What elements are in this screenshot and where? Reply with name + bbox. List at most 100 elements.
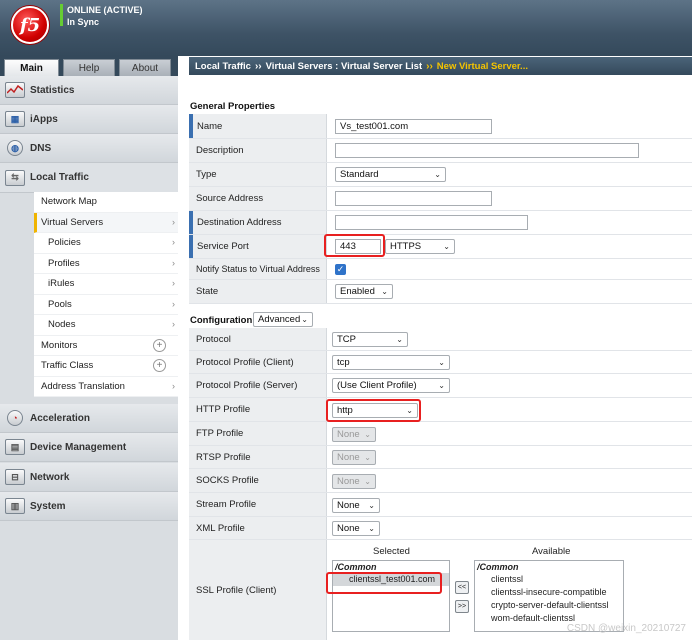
nav-section-label: Network [30,471,70,483]
sidebar-item-traffic-class[interactable]: Traffic Class + [34,356,178,377]
highlight-box [324,234,385,257]
list-item[interactable]: clientssl-insecure-compatible [475,586,623,599]
nav-section-local-traffic[interactable]: ⇆ Local Traffic [0,163,178,193]
selected-header: Selected [373,546,410,557]
protocol-select[interactable]: TCP ⌄ [332,332,408,347]
chevron-right-icon: › [172,278,175,288]
row-protocol: Protocol TCP ⌄ [189,328,692,351]
type-select[interactable]: Standard ⌄ [335,167,446,182]
chevron-right-icon: › [172,237,175,247]
xml-profile-select[interactable]: None ⌄ [332,521,380,536]
name-label: Name [189,114,327,138]
sidebar-item-virtual-servers[interactable]: Virtual Servers › [34,212,178,233]
move-left-button[interactable]: << [455,581,469,594]
protocol-profile-client-select[interactable]: tcp ⌄ [332,355,450,370]
sidebar-item-network-map[interactable]: Network Map [34,192,178,213]
row-name: Name Vs_test001.com [189,114,692,139]
device-icon: ▤ [5,439,25,455]
sidebar-item-irules[interactable]: iRules › [34,274,178,295]
add-icon[interactable]: + [153,359,166,372]
configuration-mode-select[interactable]: Advanced ⌄ [253,312,313,327]
sidebar-item-policies[interactable]: Policies › [34,233,178,254]
protocol-profile-server-select[interactable]: (Use Client Profile) ⌄ [332,378,450,393]
rtsp-profile-label: RTSP Profile [189,446,327,468]
nav-section-label: Acceleration [30,412,91,424]
sidebar-item-profiles[interactable]: Profiles › [34,254,178,274]
nav-section-dns[interactable]: ◍ DNS [0,134,178,163]
row-state: State Enabled ⌄ [189,280,692,304]
chevron-right-icon: › [172,298,175,309]
sidebar-item-nodes[interactable]: Nodes › [34,315,178,336]
breadcrumb: Local Traffic ›› Virtual Servers : Virtu… [189,57,692,75]
nav-section-acceleration[interactable]: ◔ Acceleration [0,404,178,433]
chevron-down-icon: ⌄ [368,524,375,533]
protocol-profile-server-label: Protocol Profile (Server) [189,374,327,397]
sidebar-item-label: Monitors [41,339,78,351]
list-item[interactable]: clientssl [475,573,623,586]
source-address-input[interactable] [335,191,492,206]
state-label: State [189,280,327,303]
chevron-down-icon: ⌄ [396,335,403,344]
tab-about[interactable]: About [119,59,171,76]
rtsp-profile-select[interactable]: None ⌄ [332,450,376,465]
list-item[interactable]: crypto-server-default-clientssl [475,599,623,612]
tab-help[interactable]: Help [63,59,115,76]
nav-section-device-management[interactable]: ▤ Device Management [0,433,178,462]
breadcrumb-virtual-server-list[interactable]: Virtual Servers : Virtual Server List [266,61,422,72]
ftp-profile-select[interactable]: None ⌄ [332,427,376,442]
chevron-down-icon: ⌄ [443,242,450,251]
chevron-right-icon: › [172,216,175,227]
socks-profile-select[interactable]: None ⌄ [332,474,376,489]
nav-section-system[interactable]: ▥ System [0,492,178,521]
service-port-label: Service Port [189,235,327,258]
row-rtsp-profile: RTSP Profile None ⌄ [189,446,692,469]
f5-logo: f5 [11,6,49,44]
socks-profile-label: SOCKS Profile [189,469,327,492]
notify-status-label: Notify Status to Virtual Address [189,259,327,279]
nav-section-label: Statistics [30,84,75,96]
notify-status-checkbox[interactable]: ✓ [335,264,346,275]
row-stream-profile: Stream Profile None ⌄ [189,493,692,517]
row-notify-status: Notify Status to Virtual Address ✓ [189,259,692,280]
add-icon[interactable]: + [153,338,166,352]
protocol-label: Protocol [189,328,327,350]
name-input[interactable]: Vs_test001.com [335,119,492,134]
ssl-selected-list[interactable]: /Common clientssl_test001.com [332,560,450,632]
chevron-down-icon: ⌄ [438,381,445,390]
nav-section-label: Local Traffic [30,172,89,183]
stream-profile-value: None [337,500,360,511]
sidebar-item-address-translation[interactable]: Address Translation › [34,377,178,397]
move-right-button[interactable]: >> [455,600,469,613]
sidebar-item-label: Pools [48,298,72,310]
sidebar-item-label: Nodes [48,319,76,331]
destination-address-input[interactable] [335,215,528,230]
system-icon: ▥ [5,498,25,514]
chevron-down-icon: ⌄ [381,287,388,296]
row-http-profile: HTTP Profile http ⌄ [189,398,692,422]
description-input[interactable] [335,143,639,158]
nav-section-statistics[interactable]: Statistics [0,76,178,105]
configuration-title: Configuration: [190,315,256,326]
stream-profile-select[interactable]: None ⌄ [332,498,380,513]
tab-main[interactable]: Main [4,59,59,76]
statistics-icon [5,82,25,98]
breadcrumb-local-traffic[interactable]: Local Traffic [195,61,251,72]
nav-section-iapps[interactable]: ▦ iApps [0,105,178,134]
socks-profile-value: None [337,476,360,487]
row-xml-profile: XML Profile None ⌄ [189,517,692,540]
xml-profile-value: None [337,523,360,534]
general-properties-title: General Properties [190,101,276,112]
state-select[interactable]: Enabled ⌄ [335,284,393,299]
nav-section-label: System [30,500,66,512]
chevron-down-icon: ⌄ [301,315,308,324]
nav-section-network[interactable]: ⊟ Network [0,463,178,492]
sidebar-item-monitors[interactable]: Monitors + [34,336,178,356]
description-label: Description [189,139,327,162]
service-port-protocol-value: HTTPS [390,241,422,252]
ssl-available-list[interactable]: /Common clientssl clientssl-insecure-com… [474,560,624,632]
row-description: Description [189,139,692,163]
sidebar-item-label: Traffic Class [41,360,94,372]
sidebar-item-pools[interactable]: Pools › [34,295,178,315]
service-port-protocol-select[interactable]: HTTPS ⌄ [385,239,455,254]
source-address-label: Source Address [189,187,327,210]
